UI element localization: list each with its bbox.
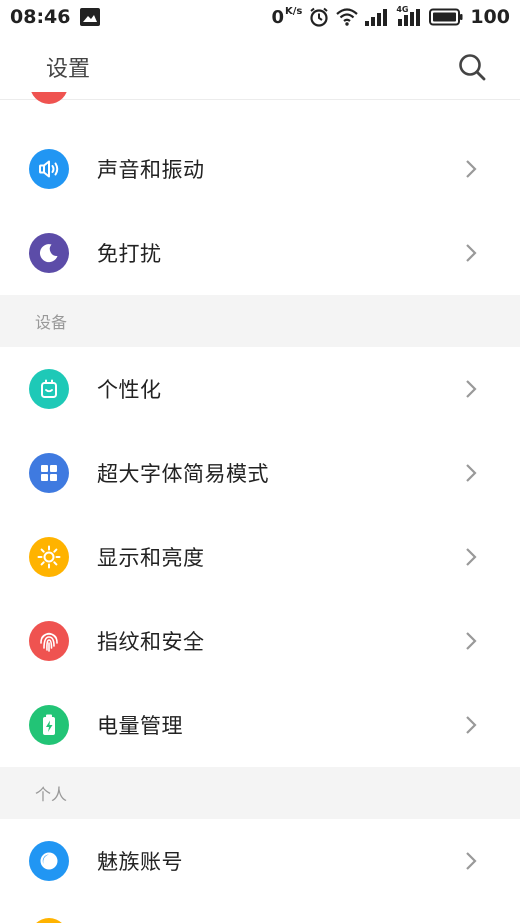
settings-item-label: 魅族账号 — [97, 850, 183, 874]
signal-icon — [365, 9, 388, 26]
section-header-personal: 个人 — [0, 767, 520, 819]
grid-icon — [29, 453, 69, 493]
settings-item-meizu-account[interactable]: 魅族账号 — [0, 819, 520, 903]
settings-item-display-brightness[interactable]: 显示和亮度 — [0, 515, 520, 599]
chevron-right-icon — [464, 714, 478, 736]
page-title: 设置 — [46, 56, 91, 82]
chevron-right-icon — [464, 242, 478, 264]
battery-percent: 100 — [470, 6, 510, 28]
settings-item-personalization[interactable]: 个性化 — [0, 347, 520, 431]
theme-icon — [29, 369, 69, 409]
settings-item-do-not-disturb[interactable]: 免打扰 — [0, 211, 520, 295]
settings-item-label: 超大字体简易模式 — [97, 462, 269, 486]
settings-item-sound-vibration[interactable]: 声音和振动 — [0, 127, 520, 211]
battery-icon — [29, 705, 69, 745]
chevron-right-icon — [464, 378, 478, 400]
scrolled-item-icon — [30, 92, 68, 104]
settings-item-label: 个性化 — [97, 378, 162, 402]
chevron-right-icon — [464, 462, 478, 484]
settings-list: 声音和振动 免打扰 设备 个性化 超大字体简易模式 显示和亮度 指纹和安全 电量… — [0, 127, 520, 903]
chevron-right-icon — [464, 546, 478, 568]
status-bar: 08:46 0 K/s 4G 100 — [0, 0, 520, 34]
image-notification-icon — [80, 8, 101, 26]
fingerprint-icon — [29, 621, 69, 661]
settings-item-power-management[interactable]: 电量管理 — [0, 683, 520, 767]
settings-item-label: 指纹和安全 — [97, 630, 205, 654]
status-time: 08:46 — [10, 6, 71, 28]
app-bar: 设置 — [0, 34, 520, 100]
alarm-icon — [310, 7, 328, 27]
chevron-right-icon — [464, 630, 478, 652]
battery-status-icon — [429, 8, 463, 26]
next-item-icon — [30, 918, 68, 923]
signal-4g-icon: 4G — [396, 5, 422, 26]
sun-icon — [29, 537, 69, 577]
section-header-device: 设备 — [0, 295, 520, 347]
settings-item-label: 显示和亮度 — [97, 546, 205, 570]
settings-item-label: 免打扰 — [97, 242, 162, 266]
speaker-icon — [29, 149, 69, 189]
moon-icon — [29, 233, 69, 273]
network-speed: 0 K/s — [271, 5, 303, 28]
search-icon — [459, 53, 486, 80]
settings-item-label: 电量管理 — [97, 714, 183, 738]
settings-item-label: 声音和振动 — [97, 158, 205, 182]
wifi-icon — [336, 8, 359, 26]
chevron-right-icon — [464, 158, 478, 180]
search-button[interactable] — [454, 49, 490, 85]
account-icon — [29, 841, 69, 881]
chevron-right-icon — [464, 850, 478, 872]
settings-item-fingerprint-security[interactable]: 指纹和安全 — [0, 599, 520, 683]
settings-item-large-font-mode[interactable]: 超大字体简易模式 — [0, 431, 520, 515]
